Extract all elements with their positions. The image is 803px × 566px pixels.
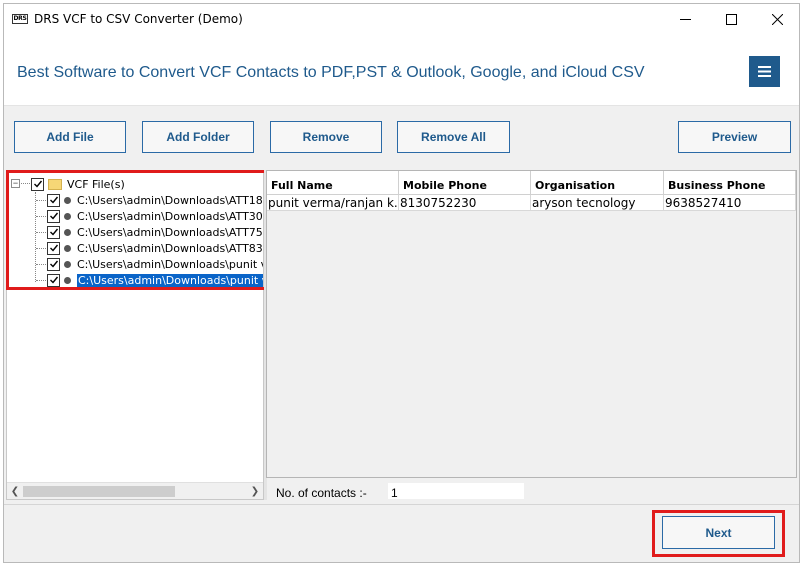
file-path-label: C:\Users\admin\Downloads\punit ver	[77, 257, 264, 271]
file-checkbox[interactable]	[47, 257, 60, 271]
minimize-icon	[679, 18, 691, 20]
cell-organisation: aryson tecnology	[531, 195, 664, 211]
tree-connector	[21, 183, 30, 184]
remove-all-button[interactable]: Remove All	[397, 121, 510, 153]
cell-business-phone: 9638527410	[664, 195, 796, 211]
remove-button[interactable]: Remove	[270, 121, 382, 153]
tree-connector	[36, 200, 46, 201]
tree-root-node[interactable]: VCF File(s)	[31, 176, 125, 192]
file-checkbox[interactable]	[47, 273, 60, 287]
file-tree-panel[interactable]: − VCF File(s) C:\Users\admin\Downloads\A…	[6, 170, 264, 500]
file-path-label: C:\Users\admin\Downloads\ATT7581	[77, 225, 264, 239]
minimize-button[interactable]	[662, 4, 708, 34]
tree-file-item[interactable]: C:\Users\admin\Downloads\ATT8313	[47, 240, 264, 256]
column-header-full-name[interactable]: Full Name	[267, 171, 399, 195]
tree-file-item[interactable]: C:\Users\admin\Downloads\ATT1817	[47, 192, 264, 208]
file-path-label: C:\Users\admin\Downloads\ATT1817	[77, 193, 264, 207]
next-button[interactable]: Next	[662, 516, 775, 549]
file-checkbox[interactable]	[47, 193, 60, 207]
file-path-label: C:\Users\admin\Downloads\punit ver	[75, 272, 263, 288]
tree-connector	[35, 192, 36, 282]
header-banner: Best Software to Convert VCF Contacts to…	[4, 34, 799, 106]
maximize-button[interactable]	[708, 4, 754, 34]
tree-file-item[interactable]: C:\Users\admin\Downloads\ATT7581	[47, 224, 264, 240]
window-title: DRS VCF to CSV Converter (Demo)	[34, 12, 243, 26]
tree-connector	[36, 232, 46, 233]
close-icon	[771, 13, 783, 25]
checkmark-icon	[49, 212, 58, 220]
folder-icon	[48, 178, 62, 190]
vcf-file-icon	[64, 212, 71, 220]
cell-mobile-phone: 8130752230	[399, 195, 531, 211]
checkmark-icon	[49, 228, 58, 236]
checkmark-icon	[49, 260, 58, 268]
tree-connector	[36, 248, 46, 249]
root-checkbox[interactable]	[31, 177, 44, 191]
banner-title: Best Software to Convert VCF Contacts to…	[17, 64, 645, 81]
app-logo-icon: DRS	[12, 14, 28, 24]
vcf-file-icon	[64, 260, 71, 268]
vcf-file-icon	[64, 196, 71, 204]
tree-connector	[36, 216, 46, 217]
tree-connector	[36, 280, 46, 281]
file-checkbox[interactable]	[47, 241, 60, 255]
preview-button[interactable]: Preview	[678, 121, 791, 153]
tree-expander[interactable]: −	[11, 179, 20, 188]
vcf-file-icon	[64, 244, 71, 252]
tree-root-label: VCF File(s)	[67, 177, 125, 191]
checkmark-icon	[49, 276, 58, 284]
checkmark-icon	[49, 244, 58, 252]
close-button[interactable]	[754, 4, 799, 34]
column-header-business-phone[interactable]: Business Phone	[664, 171, 796, 195]
file-checkbox[interactable]	[47, 225, 60, 239]
table-row[interactable]: punit verma/ranjan k... 8130752230 aryso…	[267, 195, 796, 211]
vcf-file-icon	[64, 228, 71, 236]
cell-full-name: punit verma/ranjan k...	[268, 195, 399, 211]
grid-header: Full Name Mobile Phone Organisation Busi…	[267, 171, 796, 195]
app-window: DRS DRS VCF to CSV Converter (Demo) Best…	[3, 3, 800, 563]
column-header-organisation[interactable]: Organisation	[531, 171, 664, 195]
contact-count-label: No. of contacts :-	[276, 486, 367, 500]
tree-connector	[36, 264, 46, 265]
checkmark-icon	[49, 196, 58, 204]
tree-file-item-selected[interactable]: C:\Users\admin\Downloads\punit ver	[47, 272, 263, 288]
title-bar: DRS DRS VCF to CSV Converter (Demo)	[4, 4, 799, 34]
file-checkbox[interactable]	[47, 209, 60, 223]
maximize-icon	[725, 13, 737, 25]
add-file-button[interactable]: Add File	[14, 121, 126, 153]
checkmark-icon	[33, 180, 42, 188]
tree-horizontal-scrollbar[interactable]: ❮ ❯	[7, 482, 263, 499]
scroll-left-icon[interactable]: ❮	[9, 484, 21, 498]
tree-file-item[interactable]: C:\Users\admin\Downloads\ATT3026	[47, 208, 264, 224]
scrollbar-thumb[interactable]	[23, 486, 175, 497]
menu-button[interactable]	[749, 56, 780, 87]
column-header-mobile-phone[interactable]: Mobile Phone	[399, 171, 531, 195]
vcf-file-icon	[64, 276, 71, 284]
file-path-label: C:\Users\admin\Downloads\ATT8313	[77, 241, 264, 255]
hamburger-menu-icon	[758, 66, 771, 77]
contacts-grid[interactable]: Full Name Mobile Phone Organisation Busi…	[266, 170, 797, 478]
add-folder-button[interactable]: Add Folder	[142, 121, 254, 153]
tree-file-item[interactable]: C:\Users\admin\Downloads\punit ver	[47, 256, 264, 272]
scroll-right-icon[interactable]: ❯	[249, 484, 261, 498]
file-path-label: C:\Users\admin\Downloads\ATT3026	[77, 209, 264, 223]
contact-count-value: 1	[388, 483, 524, 500]
